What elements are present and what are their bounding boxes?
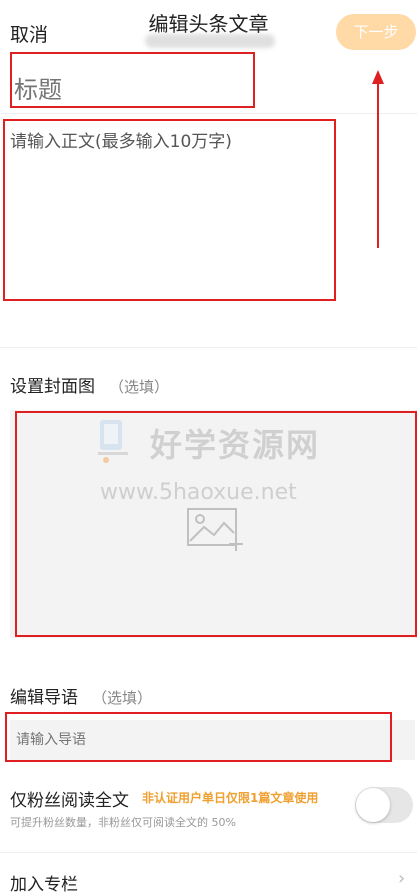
- annotation-box-cover: [15, 411, 417, 637]
- fans-only-subtext: 可提升粉丝数量，非粉丝仅可阅读全文的 50%: [10, 816, 236, 829]
- annotation-arrow-line: [377, 80, 379, 248]
- toggle-knob: [356, 788, 390, 822]
- intro-section-header: 编辑导语 （选填）: [10, 683, 152, 708]
- add-to-column-item[interactable]: 加入专栏: [10, 870, 78, 895]
- cover-label: 设置封面图: [10, 377, 95, 397]
- fans-only-note: 非认证用户单日仅限1篇文章使用: [142, 791, 319, 805]
- blurred-subtitle: [145, 34, 275, 48]
- intro-label: 编辑导语: [10, 688, 78, 708]
- annotation-box-intro: [5, 712, 392, 762]
- annotation-box-body: [3, 119, 336, 301]
- divider: [0, 113, 417, 114]
- chevron-right-icon: ›: [398, 868, 406, 889]
- divider: [0, 347, 417, 348]
- next-step-button[interactable]: 下一步: [336, 14, 416, 50]
- intro-optional: （选填）: [92, 689, 153, 707]
- cover-section-header: 设置封面图 （选填）: [10, 372, 169, 397]
- annotation-box-title: [10, 52, 255, 108]
- divider: [0, 852, 417, 853]
- fans-only-label: 仅粉丝阅读全文: [10, 791, 129, 811]
- cover-optional: （选填）: [109, 378, 170, 396]
